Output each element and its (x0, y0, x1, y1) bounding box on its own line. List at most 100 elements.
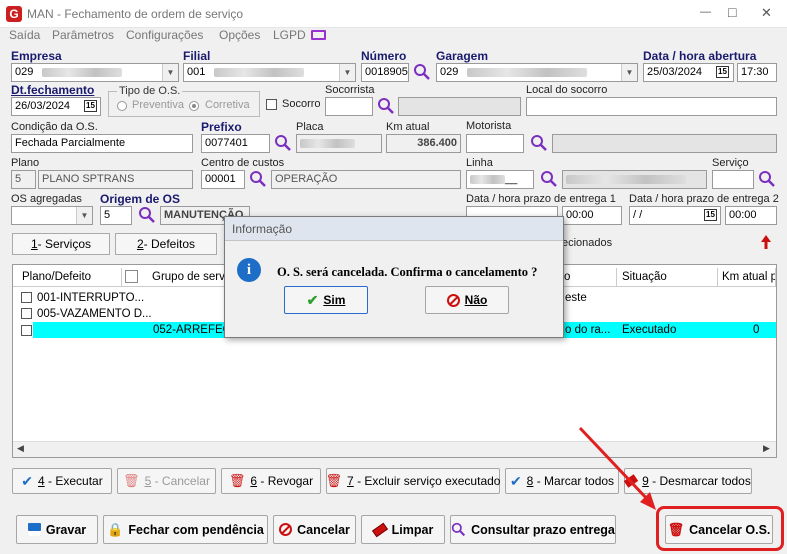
revogar-label: 6 - Revogar (250, 474, 314, 488)
grid-header-grupo[interactable]: Grupo de servio (148, 268, 228, 286)
row-km: 0 (753, 324, 760, 336)
cancelar-button[interactable]: Cancelar (273, 515, 356, 544)
grid-header-situacao[interactable]: Situação (618, 268, 718, 286)
scroll-left-icon[interactable]: ◀ (17, 443, 24, 454)
centro-custos-label: Centro de custos (201, 157, 285, 169)
linha-label: Linha (466, 157, 493, 169)
gravar-button[interactable]: Gravar (16, 515, 98, 544)
grid-header-km[interactable]: Km atual pl (718, 268, 776, 286)
abertura-date: 25/03/2024 (647, 66, 703, 78)
maximize-button[interactable]: □ (728, 4, 736, 20)
no-entry-icon (279, 523, 293, 536)
row-grupo: 052-ARREFEC (153, 324, 231, 336)
tab-defeitos-key: 2 (136, 237, 144, 251)
yes-label: Sim (323, 293, 346, 307)
row-checkbox[interactable] (21, 325, 32, 336)
prazo2-label: Data / hora prazo de entrega 2 (629, 193, 779, 205)
no-label: Não (464, 293, 488, 307)
grid-header-plano[interactable]: Plano/Defeito (18, 268, 122, 286)
executar-button[interactable]: ✔ 4 - Executar (12, 468, 112, 494)
limpar-button[interactable]: Limpar (361, 515, 445, 544)
servico-label: Serviço (712, 157, 749, 169)
condicao-field[interactable]: Fechada Parcialmente (11, 134, 193, 153)
os-agregadas-label: OS agregadas (11, 193, 82, 205)
centro-code-field[interactable]: 00001 (201, 170, 245, 189)
search-icon[interactable] (540, 170, 558, 188)
calendar-icon[interactable]: 15 (84, 100, 97, 112)
selecionados-label: ecionados (562, 237, 613, 249)
row-plano: 001-INTERRUPTO... (37, 292, 145, 304)
prazo1-time-field[interactable]: 00:00 (562, 206, 622, 225)
search-icon[interactable] (249, 170, 267, 188)
grid-header-checkbox[interactable] (125, 270, 138, 283)
corretiva-radio[interactable] (189, 101, 199, 111)
yes-button[interactable]: ✔ Sim (284, 286, 368, 314)
servico-field[interactable] (712, 170, 754, 189)
chevron-down-icon[interactable]: ▼ (339, 64, 355, 81)
close-button[interactable]: ✕ (761, 5, 772, 21)
empresa-combo[interactable]: 029 ▼ (11, 63, 179, 82)
search-icon[interactable] (413, 63, 431, 81)
corretiva-label: Corretiva (205, 99, 250, 111)
garagem-combo[interactable]: 029 ▼ (436, 63, 638, 82)
prazo1-label: Data / hora prazo de entrega 1 (466, 193, 616, 205)
info-icon: i (237, 258, 261, 282)
trash-icon: 🗑 (228, 473, 246, 488)
linha-code-field[interactable]: __ (466, 170, 534, 189)
calendar-icon[interactable]: 15 (716, 66, 729, 78)
search-icon (451, 522, 466, 537)
cancelar-servico-label: 5 - Cancelar (144, 474, 210, 488)
chevron-down-icon[interactable]: ▼ (621, 64, 637, 81)
empresa-value: 029 (15, 66, 34, 78)
condicao-label: Condição da O.S. (11, 121, 98, 133)
preventiva-radio[interactable] (117, 101, 127, 111)
monitor-icon[interactable] (311, 30, 326, 40)
revogar-button[interactable]: 🗑 6 - Revogar (221, 468, 321, 494)
lock-icon: 🔒 (107, 521, 124, 537)
plano-label: Plano (11, 157, 40, 169)
search-icon[interactable] (274, 134, 292, 152)
menu-configuracoes[interactable]: Configurações (126, 28, 203, 42)
executar-label: 4 - Executar (38, 474, 103, 488)
excluir-servico-button[interactable]: 🗑 7 - Excluir serviço executado (326, 468, 500, 494)
menu-bar: Saída Parâmetros Configurações Opções LG… (0, 28, 787, 46)
menu-saida[interactable]: Saída (9, 28, 40, 42)
search-icon[interactable] (377, 97, 395, 115)
arrow-up-icon[interactable] (760, 234, 772, 250)
numero-field[interactable]: 0018905 (361, 63, 409, 82)
motorista-code-field[interactable] (466, 134, 524, 153)
motorista-name-field (552, 134, 777, 153)
local-socorro-field[interactable] (526, 97, 777, 116)
dialog-titlebar: Informação (225, 217, 563, 241)
grid-header-descricao[interactable]: o (560, 268, 617, 286)
menu-opcoes[interactable]: Opções (219, 28, 260, 42)
tab-defeitos[interactable]: 2 - Defeitos (115, 233, 217, 255)
fechar-pendencia-button[interactable]: 🔒 Fechar com pendência (103, 515, 268, 544)
consultar-prazo-label: Consultar prazo entrega (471, 522, 615, 537)
abertura-time-field[interactable]: 17:30 (737, 63, 777, 82)
scroll-right-icon[interactable]: ▶ (763, 443, 770, 454)
chevron-down-icon[interactable]: ▼ (162, 64, 178, 81)
search-icon[interactable] (138, 206, 156, 224)
menu-lgpd[interactable]: LGPD (273, 28, 306, 42)
minimize-button[interactable]: — (700, 6, 711, 18)
chevron-down-icon[interactable]: ▼ (76, 207, 92, 224)
row-descricao: o do ra... (565, 324, 611, 336)
socorrista-code-field[interactable] (325, 97, 373, 116)
socorro-checkbox[interactable] (266, 99, 277, 110)
tab-servicos[interactable]: 1 - Serviços (12, 233, 110, 255)
origem-code-field[interactable]: 5 (100, 206, 132, 225)
no-button[interactable]: Não (425, 286, 509, 314)
prefixo-field[interactable]: 0077401 (201, 134, 270, 153)
calendar-icon[interactable]: 15 (704, 209, 717, 221)
prazo2-time-field[interactable]: 00:00 (725, 206, 777, 225)
os-agregadas-combo[interactable]: ▼ (11, 206, 93, 225)
menu-parametros[interactable]: Parâmetros (52, 28, 114, 42)
cancelar-servico-button[interactable]: 🗑 5 - Cancelar (117, 468, 216, 494)
empresa-label: Empresa (11, 49, 62, 63)
eraser-icon (371, 522, 388, 537)
numero-label: Número (361, 49, 407, 63)
search-icon[interactable] (530, 134, 548, 152)
filial-combo[interactable]: 001 ▼ (183, 63, 356, 82)
search-icon[interactable] (758, 170, 776, 188)
